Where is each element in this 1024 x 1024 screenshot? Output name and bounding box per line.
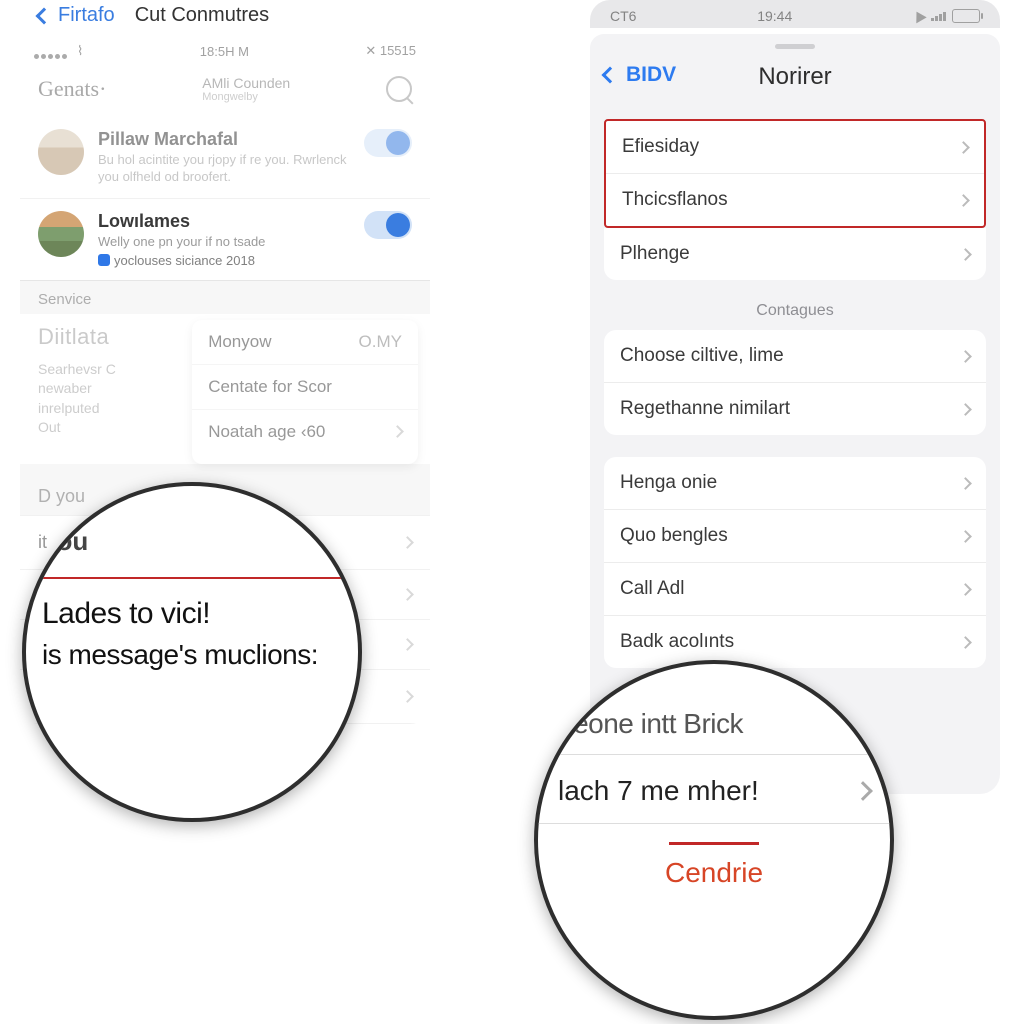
avatar: [38, 211, 84, 257]
mag-text-line1: Lades to vici!: [42, 597, 338, 631]
divider: [538, 823, 890, 824]
toggle-switch[interactable]: [364, 211, 412, 239]
settings-row-thcicsflanos[interactable]: Thcicsflanos: [606, 174, 984, 226]
sheet-handle[interactable]: [775, 44, 815, 49]
dl-lines: Searhevsr C newaber inrelputed Out: [38, 360, 180, 438]
mag-heading: oeone intt Brick: [558, 708, 870, 740]
item-meta: yoclouses siciance 2018: [98, 253, 364, 268]
status-time: 19:44: [757, 8, 792, 24]
chevron-right-icon: [391, 425, 404, 438]
dl-title: Diitlata: [38, 324, 180, 350]
battery-icon: [952, 9, 980, 23]
status-right: ✕ 15515: [365, 43, 416, 59]
highlight-line: [669, 842, 759, 845]
list-item[interactable]: Lowılames Welly one pn your if no tsade …: [20, 199, 430, 281]
chevron-right-icon: [959, 583, 972, 596]
chevron-right-icon: [957, 194, 970, 207]
settings-row[interactable]: Call Adl: [604, 563, 986, 616]
settings-row[interactable]: Quo bengles: [604, 510, 986, 563]
chevron-right-icon: [959, 248, 972, 261]
header-title: Cut Conmutres: [135, 4, 270, 27]
wifi-icon: ⌇: [77, 43, 83, 59]
group-remainder: Plhenge: [604, 228, 986, 280]
mag-text-line2: is message's muclions:: [42, 639, 338, 671]
chevron-right-icon: [853, 781, 873, 801]
settings-group: Choose ciltive, lime Regethanne nimilart: [604, 330, 986, 435]
back-chevron-icon[interactable]: [36, 7, 53, 24]
download-column: Diitlata Searhevsr C newaber inrelputed …: [20, 314, 192, 464]
item-name: Pillaw Marchafal: [98, 129, 364, 150]
back-chevron-icon: [602, 67, 619, 84]
chevron-right-icon: [401, 638, 414, 651]
list-item[interactable]: Pillaw Marchafal Bu hol acintite you rjo…: [20, 117, 430, 199]
app-subheading: AMli Counden Mongwelby: [202, 75, 290, 103]
mag-you-label: you: [42, 526, 338, 557]
chevron-right-icon: [959, 350, 972, 363]
badge-icon: [98, 254, 110, 266]
back-button[interactable]: BIDV: [604, 63, 676, 87]
divider: [538, 754, 890, 755]
highlight-line: [26, 577, 346, 579]
chevron-right-icon: [959, 403, 972, 416]
item-desc: Bu hol acintite you rjopy if re you. Rwr…: [98, 152, 364, 186]
chevron-right-icon: [959, 530, 972, 543]
settings-row[interactable]: Henga onie: [604, 457, 986, 510]
signal-icon: [931, 12, 946, 21]
section-label: Contagues: [590, 302, 1000, 320]
page-title: Norirer: [758, 63, 831, 91]
right-status-bar: CT6 19:44: [590, 0, 1000, 28]
subhead-line1: AMli Counden: [202, 75, 290, 91]
carrier-label: CT6: [610, 8, 636, 24]
mag-option-row[interactable]: lach 7 me mher!: [558, 765, 870, 817]
signal-dots-icon: ⌇: [34, 43, 83, 59]
left-nav-header: Firtafo Cut Conmutres: [20, 0, 430, 37]
left-split: Diitlata Searhevsr C newaber inrelputed …: [20, 314, 430, 464]
left-status-bar: ⌇ 18:5H M ✕ 15515: [20, 37, 430, 65]
chevron-right-icon: [401, 690, 414, 703]
subhead-line2: Mongwelby: [202, 91, 290, 103]
left-dimmed-overlay: ⌇ 18:5H M ✕ 15515 Genats· AMli Counden M…: [20, 37, 430, 199]
highlighted-group: Efiesiday Thcicsflanos: [604, 119, 986, 228]
settings-row-plhenge[interactable]: Plhenge: [604, 228, 986, 280]
section-label: Senvice: [20, 281, 430, 314]
settings-row[interactable]: Regethanne nimilart: [604, 383, 986, 435]
left-app-header: Genats· AMli Counden Mongwelby: [20, 65, 430, 117]
item-desc: Welly one pn your if no tsade: [98, 234, 364, 251]
settings-row[interactable]: Badk acolınts: [604, 616, 986, 668]
popover-menu: Monyow O.MY Centate for Scor Noatah age …: [192, 320, 418, 464]
back-button-label[interactable]: Firtafo: [58, 4, 115, 27]
toggle-switch[interactable]: [364, 129, 412, 157]
chevron-right-icon: [959, 477, 972, 490]
chevron-right-icon: [401, 536, 414, 549]
popover-item[interactable]: Monyow O.MY: [192, 320, 418, 365]
magnifier-right: oeone intt Brick lach 7 me mher! Cendrie: [534, 660, 894, 1020]
destructive-action[interactable]: Cendrie: [558, 857, 870, 889]
popover-item[interactable]: Noatah age ‹60: [192, 410, 418, 454]
item-name: Lowılames: [98, 211, 364, 232]
settings-row[interactable]: Choose ciltive, lime: [604, 330, 986, 383]
avatar: [38, 129, 84, 175]
magnifier-left: you Lades to vici! is message's muclions…: [22, 482, 362, 822]
chevron-right-icon: [959, 636, 972, 649]
chevron-right-icon: [957, 141, 970, 154]
status-icons: [913, 9, 980, 23]
search-icon[interactable]: [386, 76, 412, 102]
status-time: 18:5H M: [200, 44, 249, 59]
right-nav: BIDV Norirer: [590, 57, 1000, 109]
settings-group: Henga onie Quo bengles Call Adl Badk aco…: [604, 457, 986, 668]
chevron-right-icon: [401, 588, 414, 601]
settings-row-efiesday[interactable]: Efiesiday: [606, 121, 984, 174]
location-icon: [911, 9, 926, 24]
brand-label: Genats·: [38, 76, 106, 102]
popover-item[interactable]: Centate for Scor: [192, 365, 418, 410]
